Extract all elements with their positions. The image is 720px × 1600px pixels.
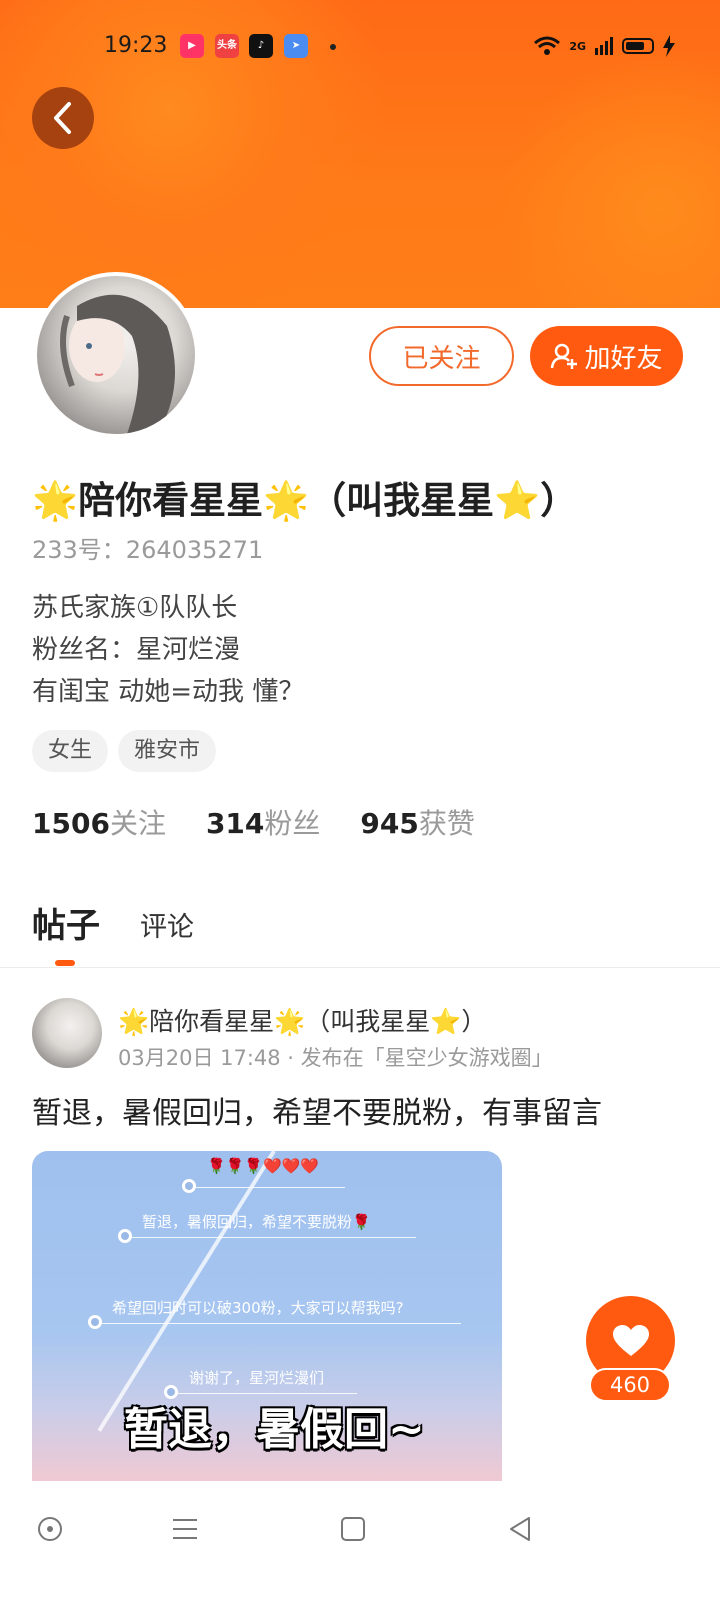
bio-line: 有闺宝 动她=动我 懂？ xyxy=(32,677,305,707)
image-headline: 暂退，暑假回~ xyxy=(124,1404,425,1455)
profile-stats: 1506关注 314粉丝 945获赞 xyxy=(32,802,475,842)
image-dot xyxy=(182,1179,196,1193)
image-line xyxy=(126,1237,416,1238)
profile-name: 🌟陪你看星星🌟（叫我星星⭐） xyxy=(32,479,578,522)
video-app-icon: ▶ xyxy=(180,34,204,58)
assistant-button[interactable] xyxy=(30,1509,70,1549)
bio-line: 粉丝名：星河烂漫 xyxy=(32,635,241,665)
post-author-avatar[interactable] xyxy=(32,998,102,1068)
profile-uid: 233号：264035271 xyxy=(32,536,264,564)
image-line xyxy=(96,1323,461,1324)
stat-following[interactable]: 1506关注 xyxy=(32,802,166,842)
add-friend-button[interactable]: 加好友 xyxy=(530,326,683,386)
back-button[interactable] xyxy=(32,87,94,149)
image-text-line: 希望回归时可以破300粉，大家可以帮我吗? xyxy=(112,1299,404,1317)
post-title[interactable]: 暂退，暑假回归，希望不要脱粉，有事留言 xyxy=(32,1088,602,1132)
wifi-icon xyxy=(534,36,561,55)
status-indicators: 2G xyxy=(533,32,676,60)
image-dot xyxy=(118,1229,132,1243)
stat-followers[interactable]: 314粉丝 xyxy=(206,802,320,842)
tiktok-icon: ♪ xyxy=(249,34,273,58)
post-author-name[interactable]: 🌟陪你看星星🌟（叫我星星⭐） xyxy=(118,1002,486,1038)
home-button[interactable] xyxy=(333,1509,373,1549)
add-user-icon xyxy=(551,343,578,369)
circle-dot-icon xyxy=(38,1517,62,1541)
battery-icon xyxy=(622,38,654,54)
post-image[interactable]: 🌹🌹🌹❤️❤️❤️ 暂退，暑假回归，希望不要脱粉🌹 希望回归时可以破300粉，大… xyxy=(32,1151,502,1481)
tab-indicator xyxy=(55,960,75,966)
notification-dot xyxy=(330,44,336,50)
chevron-left-icon xyxy=(54,102,71,134)
charging-icon xyxy=(663,35,675,57)
like-count: 460 xyxy=(589,1368,671,1402)
system-nav-bar xyxy=(0,1481,720,1600)
stat-likes[interactable]: 945获赞 xyxy=(360,802,474,842)
triangle-back-icon xyxy=(510,1517,530,1541)
image-dot xyxy=(88,1315,102,1329)
followed-button[interactable]: 已关注 xyxy=(369,326,514,386)
profile-avatar[interactable] xyxy=(33,272,199,438)
add-friend-label: 加好友 xyxy=(584,343,663,374)
toutiao-icon: 头条 xyxy=(215,34,239,58)
bio-line: 苏氏家族①队队长 xyxy=(32,593,238,623)
avatar-illustration xyxy=(60,294,175,434)
maps-app-icon: ➤ xyxy=(284,34,308,58)
image-line xyxy=(190,1187,345,1188)
image-text-line: 🌹🌹🌹❤️❤️❤️ xyxy=(207,1157,320,1175)
contrail-decoration xyxy=(97,1151,276,1432)
square-icon xyxy=(341,1517,365,1541)
post-meta: 03月20日 17:48 · 发布在「星空少女游戏圈」 xyxy=(118,1046,553,1070)
profile-banner: 19:23 ▶ 头条 ♪ ➤ 2G xyxy=(0,0,720,308)
status-bar: 19:23 ▶ 头条 ♪ ➤ 2G xyxy=(0,28,720,64)
tag-gender: 女生 xyxy=(32,730,109,772)
signal-icon xyxy=(595,37,613,55)
nav-back-button[interactable] xyxy=(500,1509,540,1549)
image-text-line: 暂退，暑假回归，希望不要脱粉🌹 xyxy=(142,1213,371,1231)
menu-button[interactable] xyxy=(165,1509,205,1549)
heart-icon xyxy=(612,1324,649,1356)
image-text-line: 谢谢了，星河烂漫们 xyxy=(189,1369,325,1387)
tab-divider xyxy=(0,967,720,968)
tab-comments[interactable]: 评论 xyxy=(140,905,194,944)
menu-icon xyxy=(173,1519,197,1539)
tab-posts[interactable]: 帖子 xyxy=(32,898,100,947)
avatar-image xyxy=(37,276,195,434)
network-label: 2G xyxy=(569,39,586,53)
profile-bio: 苏氏家族①队队长 粉丝名：星河烂漫 有闺宝 动她=动我 懂？ xyxy=(32,587,304,713)
tag-location: 雅安市 xyxy=(118,730,217,772)
status-time: 19:23 xyxy=(104,33,168,58)
